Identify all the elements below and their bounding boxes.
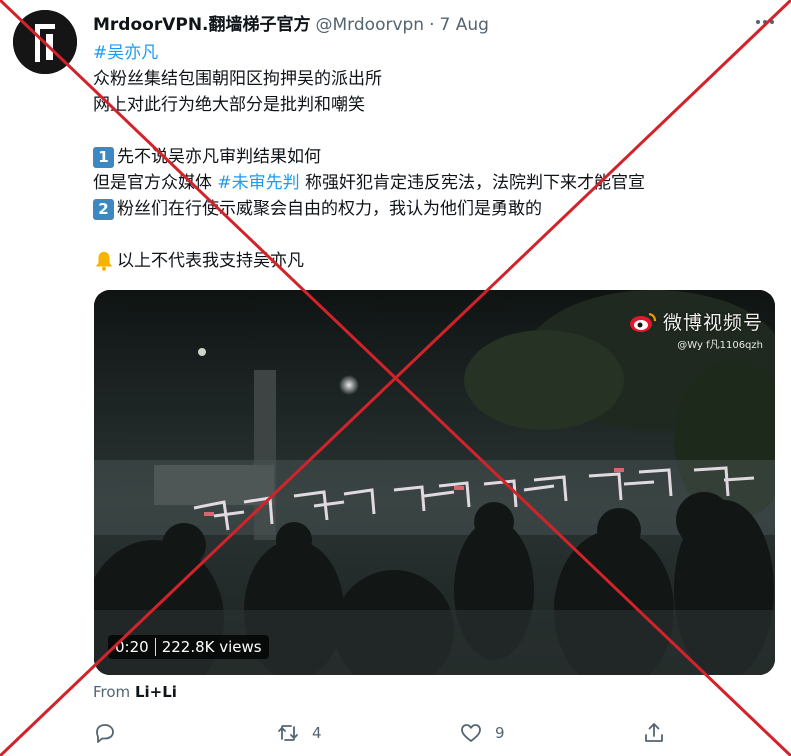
weibo-eye-icon xyxy=(629,312,656,332)
watermark: 微博视频号 xyxy=(629,308,763,335)
tweet-card[interactable]: MrdoorVPN.翻墙梯子官方 @Mrdoorvpn · 7 Aug #吴亦凡… xyxy=(0,0,791,756)
watermark-handle: @Wy f凡1106qzh xyxy=(677,340,763,351)
heart-icon xyxy=(461,724,481,742)
like-button[interactable]: 9 xyxy=(459,718,505,748)
user-handle[interactable]: @Mrdoorvpn xyxy=(316,15,425,35)
text-line: 粉丝们在行使示威聚会自由的权力，我认为他们是勇敢的 xyxy=(117,199,542,219)
text-line: 众粉丝集结包围朝阳区拘押吴的派出所 xyxy=(93,69,382,89)
like-count: 9 xyxy=(495,724,505,742)
tweet-header: MrdoorVPN.翻墙梯子官方 @Mrdoorvpn · 7 Aug xyxy=(93,10,489,38)
reply-icon xyxy=(96,724,114,743)
tweet-text: #吴亦凡 众粉丝集结包围朝阳区拘押吴的派出所 网上对此行为绝大部分是批判和嘲笑 … xyxy=(93,40,783,274)
video-frame xyxy=(94,290,775,675)
separator-dot: · xyxy=(429,15,435,35)
video-info: 0:20 222.8K views xyxy=(108,635,269,659)
view-count: 222.8K views xyxy=(161,638,262,656)
retweet-button[interactable]: 4 xyxy=(276,718,322,748)
display-name[interactable]: MrdoorVPN.翻墙梯子官方 xyxy=(93,10,311,35)
number-badge: 1 xyxy=(93,146,114,168)
more-button[interactable] xyxy=(750,12,780,32)
retweet-count: 4 xyxy=(312,724,322,742)
source-name[interactable]: Li+Li xyxy=(135,683,177,701)
source-attribution: From Li+Li xyxy=(93,683,177,701)
hashtag-link[interactable]: #吴亦凡 xyxy=(93,40,158,66)
avatar[interactable] xyxy=(13,10,77,74)
text-line: 但是官方众媒体 xyxy=(93,173,218,193)
more-icon xyxy=(756,20,760,24)
share-icon xyxy=(645,723,663,742)
text-line: 先不说吴亦凡审判结果如何 xyxy=(117,147,321,167)
retweet-icon xyxy=(278,725,298,741)
bell-icon xyxy=(93,250,115,272)
hashtag-link[interactable]: #未审先判 xyxy=(217,170,299,196)
source-prefix: From xyxy=(93,683,135,701)
reply-button[interactable] xyxy=(93,718,129,748)
watermark-name: 微博视频号 xyxy=(662,312,763,334)
share-button[interactable] xyxy=(642,718,678,748)
video-player[interactable]: 微博视频号 @Wy f凡1106qzh 0:20 222.8K views xyxy=(94,290,775,675)
text-line: 称强奸犯肯定违反宪法，法院判下来才能官宣 xyxy=(299,173,646,193)
video-duration: 0:20 xyxy=(115,638,149,656)
text-line: 以上不代表我支持吴亦凡 xyxy=(117,251,304,271)
text-line: 网上对此行为绝大部分是批判和嘲笑 xyxy=(93,95,365,115)
tweet-date[interactable]: 7 Aug xyxy=(440,15,489,35)
door-logo-icon xyxy=(13,10,77,74)
number-badge: 2 xyxy=(93,198,114,220)
action-bar: 4 9 xyxy=(93,718,783,748)
